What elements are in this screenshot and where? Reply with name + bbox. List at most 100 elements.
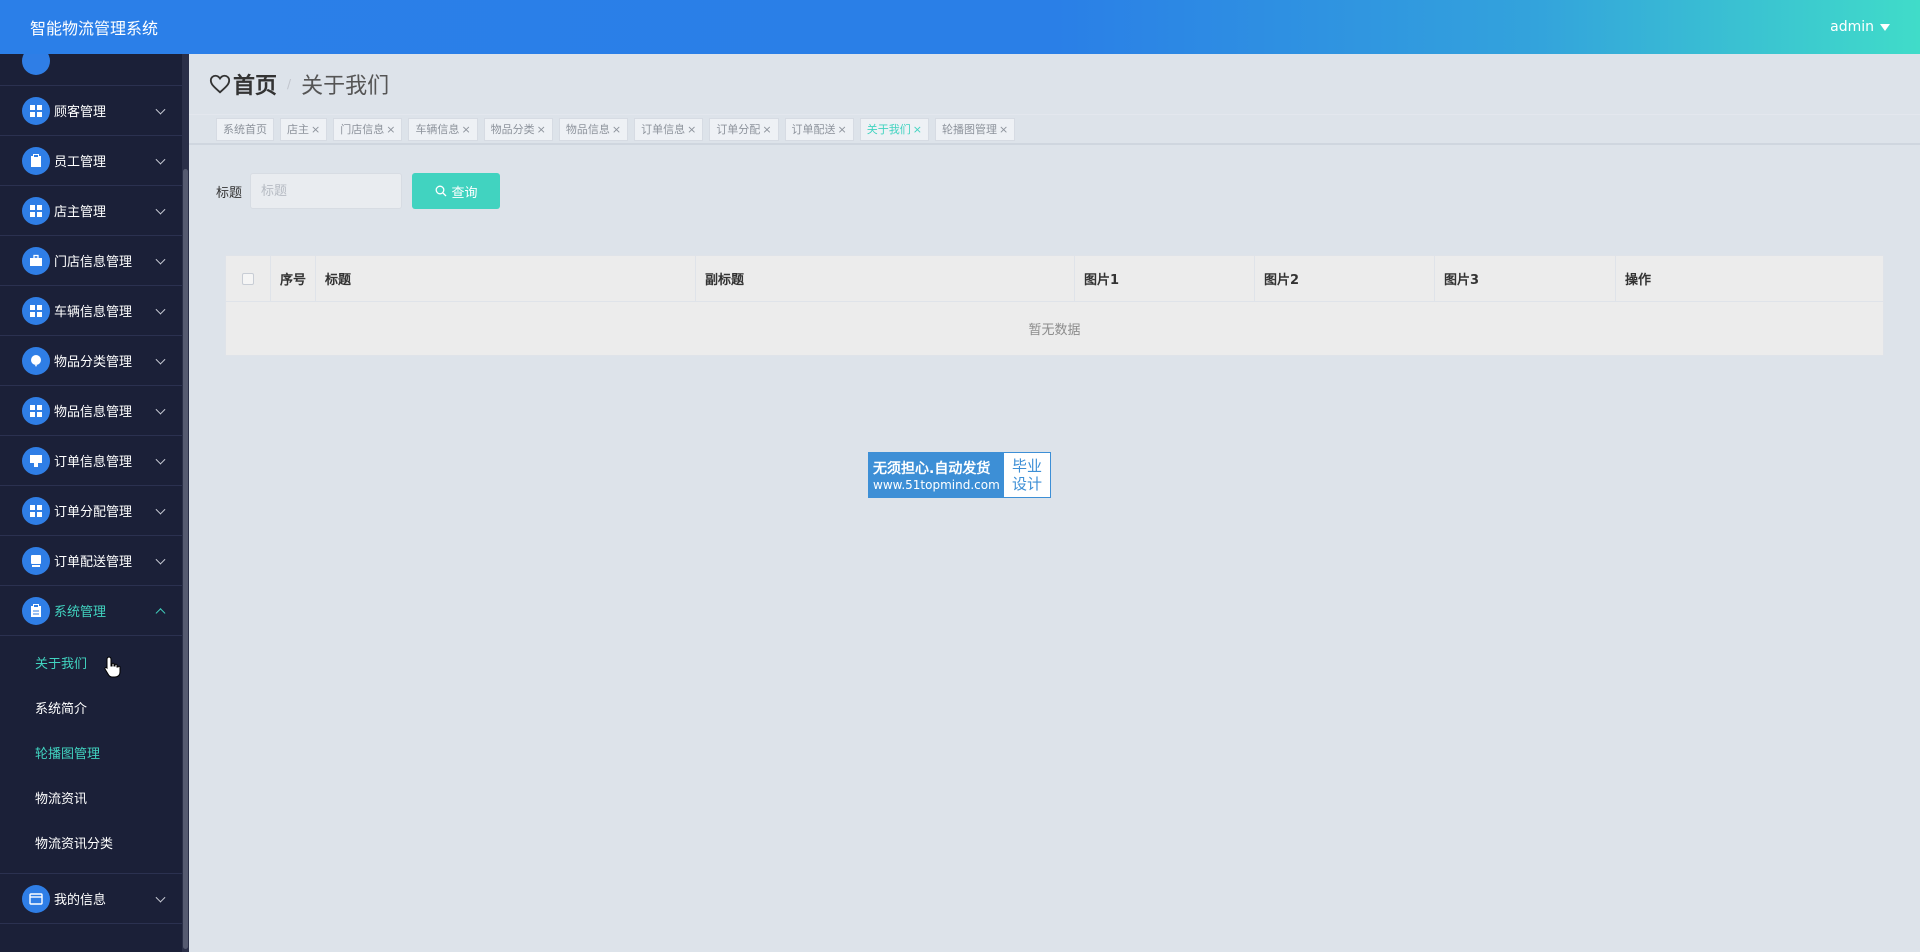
title-label: 标题 [216,185,243,201]
sidebar-item-label: 订单配送管理 [54,555,133,570]
tag-system-home[interactable]: 系统首页 [216,117,274,141]
tag-order-info[interactable]: 订单信息 × [634,117,704,141]
tag-label: 门店信息 [340,123,385,136]
tag-label: 物品信息 [565,123,610,136]
sidebar-item-items[interactable]: 物品信息管理 [0,386,182,436]
column-header: 图片2 [1255,256,1435,301]
close-icon[interactable]: × [913,123,922,136]
submenu-item-carousel[interactable]: 轮播图管理 [0,730,182,775]
close-icon[interactable]: × [687,123,696,136]
badge-right1: 毕业 [1011,457,1042,475]
sidebar-item-staff[interactable]: 员工管理 [0,136,182,186]
query-button[interactable]: 查询 [412,173,501,209]
close-icon[interactable]: × [537,123,546,136]
sidebar-item-label: 门店信息管理 [54,255,133,270]
tag-label: 订单分配 [716,123,761,136]
watermark-badge: 无须担心.自动发货 www.51topmind.com 毕业 设计 [868,452,1051,498]
main-content: 首页 / 关于我们 系统首页 店主 × 门店信息 × 车辆信息 × 物品分类 × 物品信… [189,54,1920,952]
sidebar-item-my-info[interactable]: 我的信息 [0,874,182,924]
tag-carousel[interactable]: 轮播图管理 × [934,117,1016,141]
grid-icon [22,54,50,75]
grid-icon [22,396,50,425]
sidebar-item-label: 订单分配管理 [54,505,133,520]
top-header: 智能物流管理系统 admin [0,0,1920,54]
sidebar-scroll-thumb[interactable] [183,169,188,949]
sidebar-item-label: 我的信息 [54,893,107,908]
sidebar-item-orders[interactable]: 订单信息管理 [0,436,182,486]
empty-state: 暂无数据 [1028,323,1081,338]
sidebar-item-customers[interactable]: 顾客管理 [0,86,182,136]
close-icon[interactable]: × [461,123,470,136]
caret-down-icon [1880,23,1890,31]
tag-order-assignment[interactable]: 订单分配 × [709,117,779,141]
chevron-down-icon [155,204,166,215]
sidebar-menu: 顾客管理 员工管理 店主管理 门店信息管理 车辆信息管理 物品分类管理 物品信息… [0,54,182,924]
badge-line2: www.51topmind.com [873,478,1000,492]
badge-left: 无须担心.自动发货 www.51topmind.com [869,453,1004,497]
badge-right2: 设计 [1011,475,1042,493]
sidebar-item-hidden[interactable] [0,54,182,86]
chevron-down-icon [155,554,166,565]
clipboard-icon [22,146,50,175]
tag-label: 关于我们 [866,123,911,136]
sidebar-item-label: 员工管理 [54,155,107,170]
sidebar: 顾客管理 员工管理 店主管理 门店信息管理 车辆信息管理 物品分类管理 物品信息… [0,54,189,952]
sidebar-item-label: 店主管理 [54,205,107,220]
monitor-icon [22,546,50,575]
breadcrumb: 首页 / 关于我们 [209,68,389,100]
search-icon [435,185,446,197]
breadcrumb-home[interactable]: 首页 [233,68,277,100]
close-icon[interactable]: × [386,123,395,136]
close-icon[interactable]: × [612,123,621,136]
sidebar-item-vehicles[interactable]: 车辆信息管理 [0,286,182,336]
grid-icon [22,496,50,525]
tag-owner[interactable]: 店主 × [280,117,328,141]
column-header: 图片1 [1075,256,1255,301]
tag-about-us[interactable]: 关于我们 × [859,117,929,141]
sidebar-item-order-assignment[interactable]: 订单分配管理 [0,486,182,536]
close-icon[interactable]: × [999,123,1008,136]
chevron-down-icon [155,254,166,265]
submenu-item-system-intro[interactable]: 系统简介 [0,685,182,730]
close-icon[interactable]: × [311,123,320,136]
chevron-down-icon [155,304,166,315]
chevron-down-icon [155,354,166,365]
close-icon[interactable]: × [838,123,847,136]
sidebar-item-owners[interactable]: 店主管理 [0,186,182,236]
sidebar-item-label: 订单信息管理 [54,455,133,470]
chevron-down-icon [155,504,166,515]
table-header: 序号 标题 副标题 图片1 图片2 图片3 操作 [226,256,1883,302]
breadcrumb-separator: / [287,77,292,91]
hand-cursor-icon [104,656,121,678]
sidebar-item-label: 物品信息管理 [54,405,133,420]
grid-icon [22,196,50,225]
chevron-down-icon [155,454,166,465]
sidebar-item-order-delivery[interactable]: 订单配送管理 [0,536,182,586]
submenu-item-news-category[interactable]: 物流资讯分类 [0,820,182,865]
badge-right: 毕业 设计 [1004,453,1050,497]
submenu-item-about-us[interactable]: 关于我们 [0,640,182,685]
tag-vehicle-info[interactable]: 车辆信息 × [408,117,478,141]
tag-label: 系统首页 [223,123,267,136]
sidebar-item-label: 系统管理 [54,605,107,620]
select-all-checkbox[interactable] [242,272,254,285]
tag-item-info[interactable]: 物品信息 × [558,117,629,141]
close-icon[interactable]: × [762,123,771,136]
title-search-input[interactable] [250,173,403,209]
column-header: 标题 [316,256,696,301]
chevron-up-icon [155,607,166,618]
sidebar-item-item-categories[interactable]: 物品分类管理 [0,336,182,386]
submenu-item-logistics-news[interactable]: 物流资讯 [0,775,182,820]
chevron-down-icon [155,892,166,903]
tag-store-info[interactable]: 门店信息 × [333,117,403,141]
tag-label: 店主 [287,123,309,136]
user-name: admin [1830,19,1874,35]
chevron-down-icon [155,154,166,165]
sidebar-scrollbar[interactable] [182,54,189,952]
sidebar-item-stores[interactable]: 门店信息管理 [0,236,182,286]
tag-item-category[interactable]: 物品分类 × [483,117,553,141]
user-menu[interactable]: admin [1830,19,1890,35]
monitor-icon [22,446,50,475]
tag-order-delivery[interactable]: 订单配送 × [784,117,854,141]
sidebar-item-system[interactable]: 系统管理 [0,586,182,636]
